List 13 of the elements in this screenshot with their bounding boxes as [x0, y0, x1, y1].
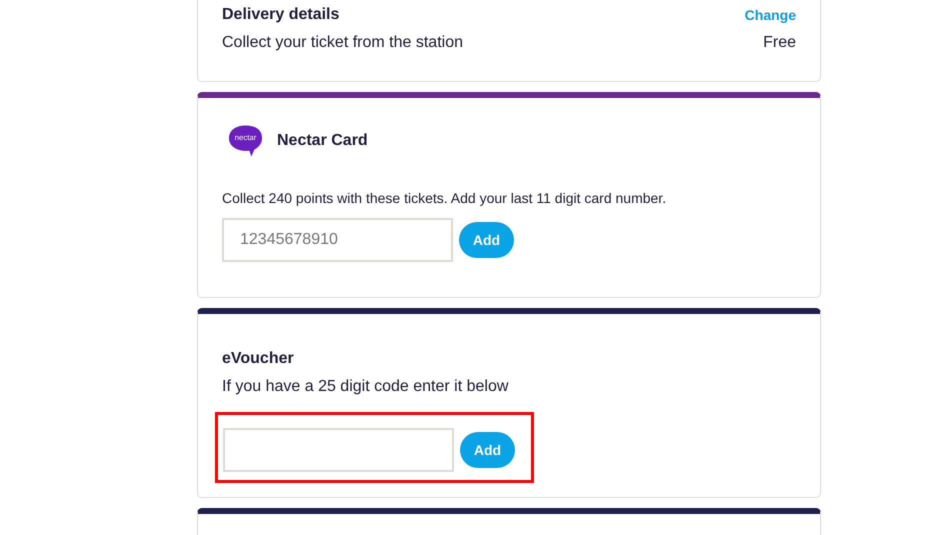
card-title: Delivery details	[222, 6, 340, 24]
evoucher-description: If you have a 25 digit code enter it below	[222, 378, 510, 396]
add-button[interactable]: Add	[460, 432, 515, 468]
add-button[interactable]: Add	[459, 222, 514, 258]
card-title: eVoucher	[222, 350, 295, 368]
voucher-code-field[interactable]	[223, 428, 454, 472]
nectar-logo: nectar	[228, 124, 263, 158]
delivery-method: Collect your ticket from the station	[222, 34, 463, 52]
change-link[interactable]: Change	[744, 7, 796, 23]
card-number-field[interactable]: 12345678910	[222, 218, 453, 262]
delivery-price: Free	[763, 34, 796, 52]
nectar-description: Collect 240 points with these tickets. Add your last 11 digit card number.	[222, 190, 668, 206]
card-title: Nectar Card	[277, 132, 368, 150]
